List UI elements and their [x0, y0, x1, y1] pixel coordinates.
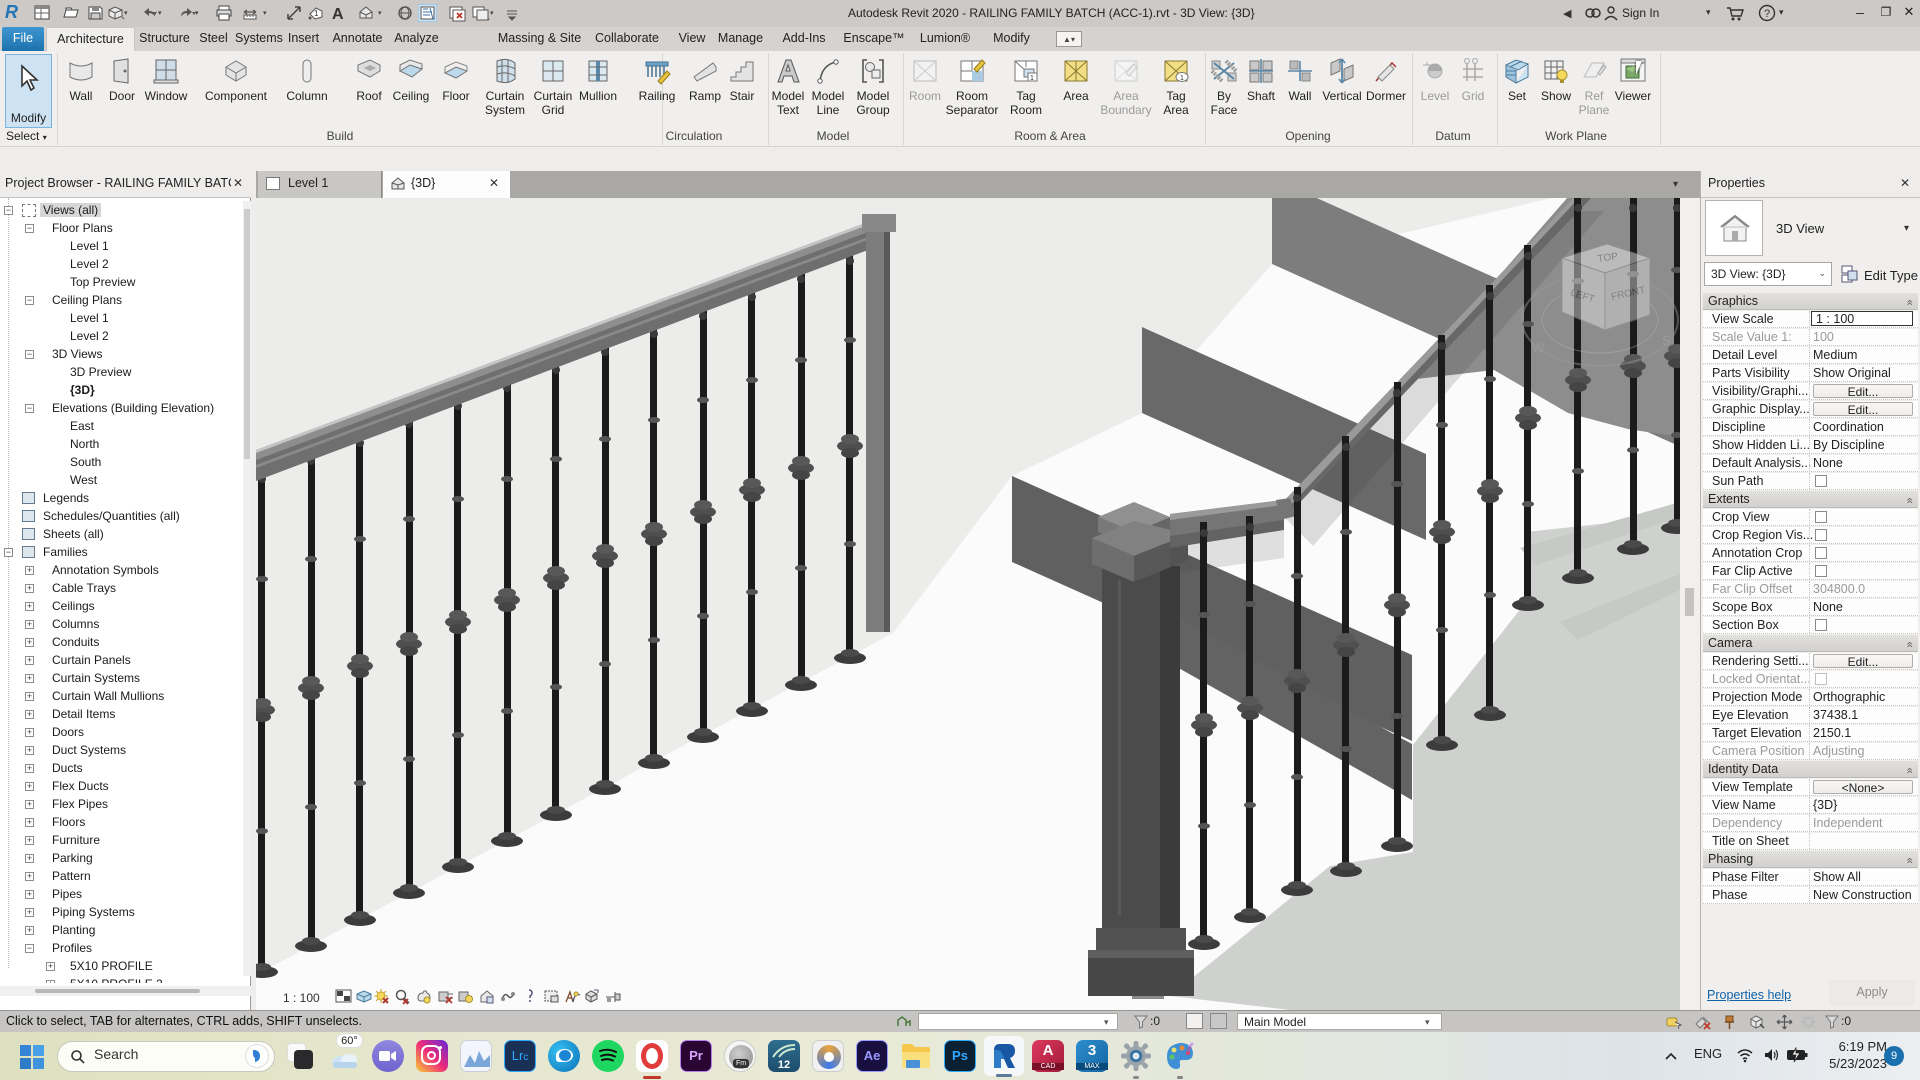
svg-text:1 : 100: 1 : 100 [283, 991, 320, 1005]
svg-text:A: A [332, 6, 344, 22]
svg-text:1: 1 [314, 9, 319, 18]
svg-text:?: ? [1764, 8, 1770, 20]
svg-text:W: W [1532, 340, 1545, 355]
svg-text:1: 1 [1180, 75, 1184, 82]
svg-text:S: S [1662, 333, 1671, 348]
svg-text:1: 1 [1030, 75, 1034, 82]
